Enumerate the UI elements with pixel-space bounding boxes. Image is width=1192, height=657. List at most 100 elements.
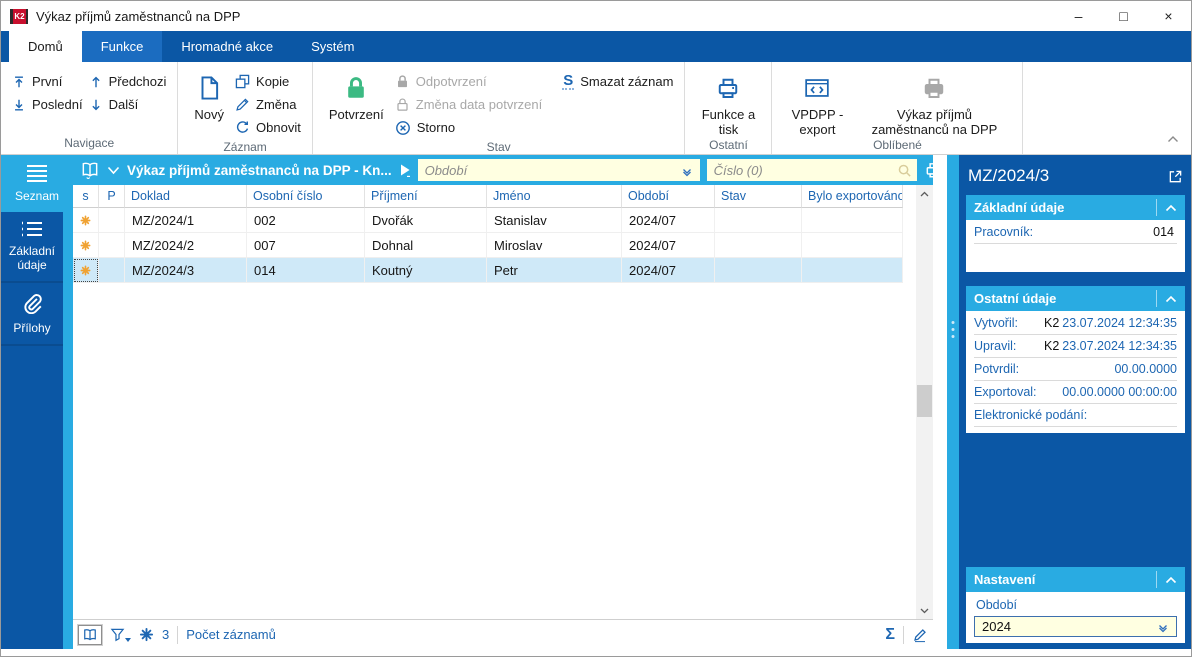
chevron-down-icon[interactable] [107, 166, 120, 175]
detail-row-potvrdil[interactable]: Potvrdil: 00.00.0000 [974, 358, 1177, 381]
tab-funkce[interactable]: Funkce [82, 31, 163, 62]
field-label: Pracovník: [974, 225, 1033, 239]
storno-button[interactable]: Storno [392, 116, 545, 139]
section-header[interactable]: Nastavení [966, 567, 1185, 592]
col-header-p[interactable]: P [99, 185, 125, 208]
section-header[interactable]: Ostatní údaje [966, 286, 1185, 311]
confirm-button[interactable]: Potvrzení [321, 67, 392, 122]
col-header-doklad[interactable]: Doklad [125, 185, 247, 208]
new-record-button[interactable]: Nový [186, 67, 232, 122]
open-detail-icon[interactable] [1168, 169, 1183, 184]
unconfirm-button[interactable]: Odpotvrzení [392, 70, 545, 93]
table-row[interactable] [73, 233, 99, 258]
col-header-stav[interactable]: Stav [715, 185, 802, 208]
period-setting-input[interactable] [980, 618, 1156, 635]
divider [177, 626, 178, 644]
sidebar-item-prilohy-label: Přílohy [13, 321, 50, 335]
period-setting-label: Období [974, 593, 1177, 616]
book-view-button[interactable] [78, 625, 102, 645]
refresh-icon [235, 120, 250, 135]
sidebar-splitter[interactable] [63, 155, 73, 649]
chevron-up-icon[interactable] [1156, 290, 1177, 307]
detail-record-title: MZ/2024/3 [968, 166, 1049, 186]
col-header-s[interactable]: s [73, 185, 99, 208]
scroll-up-icon[interactable] [916, 185, 933, 202]
ribbon: První Poslední Předchozi Další [1, 62, 1191, 155]
ribbon-group-zaznam: Nový Kopie Změna Obnovit [178, 62, 312, 154]
change-confirm-date-label: Změna data potvrzení [416, 97, 542, 112]
asterisk-icon [80, 214, 91, 227]
previous-record-button[interactable]: Předchozi [86, 70, 170, 93]
tab-domu[interactable]: Domů [9, 31, 82, 62]
number-filter-input[interactable] [712, 162, 897, 179]
dropdown-dots-icon[interactable] [1156, 620, 1171, 633]
circle-x-icon [395, 120, 411, 136]
detail-row-exportoval[interactable]: Exportoval: 00.00.0000 00:00:00 [974, 381, 1177, 404]
code-window-icon [804, 69, 830, 107]
sidebar-item-prilohy[interactable]: Přílohy [1, 283, 63, 346]
dropdown-dots-icon[interactable] [680, 164, 695, 177]
detail-row-elektronicke-podani[interactable]: Elektronické podání: [974, 404, 1177, 427]
sidebar-item-seznam[interactable]: Seznam [1, 155, 73, 212]
scrollbar-thumb[interactable] [917, 385, 932, 417]
refresh-label: Obnovit [256, 120, 301, 135]
sidebar-item-zakladni-udaje[interactable]: Základní údaje [1, 212, 63, 283]
col-header-obdobi[interactable]: Období [622, 185, 715, 208]
section-title: Základní údaje [974, 200, 1064, 215]
col-header-osobni-cislo[interactable]: Osobní číslo [247, 185, 365, 208]
unconfirm-label: Odpotvrzení [416, 74, 487, 89]
vertical-scrollbar[interactable] [916, 185, 933, 619]
period-setting-field[interactable] [974, 616, 1177, 637]
tab-hromadne-akce[interactable]: Hromadné akce [162, 31, 292, 62]
chevron-up-icon[interactable] [1156, 571, 1177, 588]
close-button[interactable]: × [1146, 1, 1191, 31]
field-value: 23.07.2024 12:34:35 [1062, 339, 1177, 353]
first-record-button[interactable]: První [9, 70, 86, 93]
delete-record-button[interactable]: S Smazat záznam [559, 70, 676, 93]
next-record-button[interactable]: Další [86, 93, 170, 116]
book-icon[interactable] [80, 161, 100, 179]
copy-button[interactable]: Kopie [232, 70, 304, 93]
change-confirm-date-button[interactable]: Změna data potvrzení [392, 93, 545, 116]
detail-row-upravil[interactable]: Upravil: K223.07.2024 12:34:35 [974, 335, 1177, 358]
panel-splitter[interactable] [947, 155, 959, 649]
copy-icon [235, 74, 250, 89]
detail-row-pracovnik[interactable]: Pracovník: 014 [974, 221, 1177, 244]
period-filter-input[interactable] [423, 162, 680, 179]
detail-panel: MZ/2024/3 Základní údaje Pracovník: 014 [959, 155, 1191, 649]
favorite-report-button[interactable]: Výkaz příjmů zaměstnanců na DPP [854, 67, 1014, 137]
edit-button[interactable]: Změna [232, 93, 304, 116]
arrow-down-icon [89, 98, 103, 112]
refresh-button[interactable]: Obnovit [232, 116, 304, 139]
maximize-button[interactable]: □ [1101, 1, 1146, 31]
functions-print-label: Funkce a tisk [701, 107, 755, 137]
play-icon[interactable] [399, 163, 411, 177]
filter-button[interactable] [110, 627, 131, 642]
functions-print-button[interactable]: Funkce a tisk [693, 67, 763, 137]
last-record-button[interactable]: Poslední [9, 93, 86, 116]
edit-pencil-icon[interactable] [912, 627, 928, 643]
detail-row-vytvoril[interactable]: Vytvořil: K223.07.2024 12:34:35 [974, 312, 1177, 335]
number-filter-field[interactable] [707, 159, 917, 181]
col-header-jmeno[interactable]: Jméno [487, 185, 622, 208]
col-header-prijmeni[interactable]: Příjmení [365, 185, 487, 208]
section-header[interactable]: Základní údaje [966, 195, 1185, 220]
print-list-icon[interactable] [924, 161, 943, 179]
table-row[interactable] [73, 208, 99, 233]
chevron-up-icon[interactable] [1156, 199, 1177, 216]
minimize-button[interactable]: – [1056, 1, 1101, 31]
col-header-exportovano[interactable]: Bylo exportováno [802, 185, 903, 208]
period-filter-field[interactable] [418, 159, 700, 181]
splitter-handle[interactable] [952, 321, 955, 338]
field-label: Vytvořil: [974, 316, 1018, 330]
group-label-zaznam: Záznam [178, 139, 311, 155]
field-value: 00.00.0000 00:00:00 [1062, 385, 1177, 399]
tab-system[interactable]: Systém [292, 31, 373, 62]
scroll-down-icon[interactable] [916, 602, 933, 619]
count-asterisk-icon [139, 627, 154, 642]
vpdpp-export-button[interactable]: VPDPP - export [780, 67, 854, 137]
sum-icon[interactable]: Σ [885, 627, 895, 643]
browse-title: Výkaz příjmů zaměstnanců na DPP - Kn... [127, 163, 392, 178]
copy-label: Kopie [256, 74, 289, 89]
ribbon-collapse-icon[interactable] [1167, 131, 1179, 149]
